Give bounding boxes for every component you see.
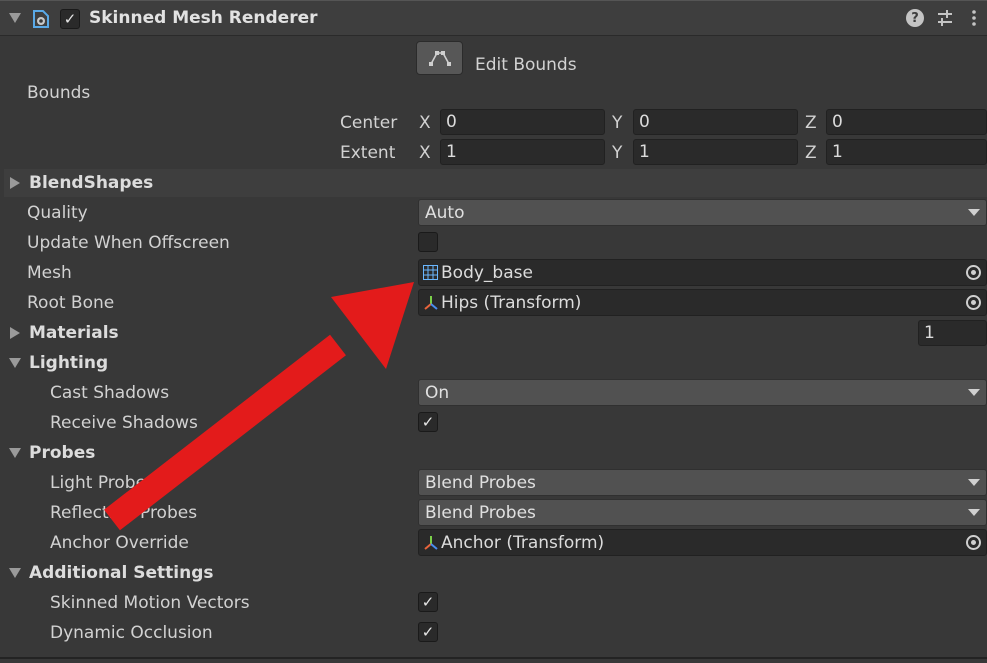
skinned-motion-vectors-checkbox[interactable]: ✓ bbox=[418, 592, 438, 612]
center-x-field[interactable]: 0 bbox=[440, 109, 605, 135]
center-label: Center bbox=[340, 113, 398, 133]
light-probes-dropdown-arrow-icon[interactable] bbox=[968, 479, 980, 486]
anchor-override-label: Anchor Override bbox=[50, 533, 189, 553]
center-z-field[interactable]: 0 bbox=[826, 109, 987, 135]
update-offscreen-checkbox[interactable] bbox=[418, 232, 438, 252]
materials-label[interactable]: Materials bbox=[29, 323, 119, 343]
quality-dropdown[interactable]: Auto bbox=[418, 199, 987, 226]
transform-icon bbox=[423, 535, 439, 551]
anchor-override-value: Anchor (Transform) bbox=[441, 532, 605, 553]
bounds-label: Bounds bbox=[27, 83, 91, 103]
component-title: Skinned Mesh Renderer bbox=[89, 8, 318, 28]
quality-label: Quality bbox=[27, 203, 88, 223]
receive-shadows-checkbox[interactable]: ✓ bbox=[418, 412, 438, 432]
root-bone-label: Root Bone bbox=[27, 293, 115, 313]
extent-y-label[interactable]: Y bbox=[612, 143, 622, 163]
cast-shadows-dropdown[interactable]: On bbox=[418, 379, 987, 406]
foldout-arrow-icon[interactable] bbox=[9, 13, 21, 23]
edit-bounds-button[interactable] bbox=[416, 41, 463, 75]
blendshapes-arrow-icon[interactable] bbox=[10, 177, 20, 189]
light-probes-value: Blend Probes bbox=[425, 472, 536, 493]
extent-x-field[interactable]: 1 bbox=[440, 139, 605, 165]
help-icon[interactable]: ? bbox=[906, 9, 924, 27]
cast-shadows-label: Cast Shadows bbox=[50, 383, 170, 403]
component-enabled-checkbox[interactable]: ✓ bbox=[60, 9, 80, 29]
extent-y-field[interactable]: 1 bbox=[633, 139, 798, 165]
reflection-probes-value: Blend Probes bbox=[425, 502, 536, 523]
quality-dropdown-arrow-icon[interactable] bbox=[968, 209, 980, 216]
center-x-label[interactable]: X bbox=[419, 113, 431, 133]
mesh-field[interactable]: Body_base bbox=[418, 259, 987, 286]
dynamic-occlusion-checkbox[interactable]: ✓ bbox=[418, 622, 438, 642]
update-offscreen-label: Update When Offscreen bbox=[27, 233, 230, 253]
light-probes-label: Light Probes bbox=[50, 473, 155, 493]
reflection-probes-dropdown[interactable]: Blend Probes bbox=[418, 499, 987, 526]
edit-bounds-icon bbox=[428, 51, 451, 66]
additional-settings-label[interactable]: Additional Settings bbox=[29, 563, 214, 583]
materials-arrow-icon[interactable] bbox=[10, 327, 20, 339]
center-y-label[interactable]: Y bbox=[612, 113, 622, 133]
bottom-divider bbox=[0, 657, 987, 659]
skinned-mesh-renderer-icon bbox=[30, 8, 52, 30]
mesh-value: Body_base bbox=[441, 262, 533, 283]
quality-value: Auto bbox=[425, 202, 465, 223]
materials-size-field[interactable]: 1 bbox=[918, 320, 987, 346]
dynamic-occlusion-label: Dynamic Occlusion bbox=[50, 623, 213, 643]
transform-icon bbox=[423, 295, 439, 311]
reflection-probes-dropdown-arrow-icon[interactable] bbox=[968, 509, 980, 516]
center-z-label[interactable]: Z bbox=[805, 113, 817, 133]
root-bone-field[interactable]: Hips (Transform) bbox=[418, 289, 987, 316]
cast-shadows-dropdown-arrow-icon[interactable] bbox=[968, 389, 980, 396]
root-bone-value: Hips (Transform) bbox=[441, 292, 582, 313]
mesh-label: Mesh bbox=[27, 263, 72, 283]
mesh-object-picker-icon[interactable] bbox=[966, 265, 981, 280]
additional-settings-arrow-icon[interactable] bbox=[9, 568, 21, 578]
presets-icon[interactable] bbox=[936, 9, 954, 27]
receive-shadows-label: Receive Shadows bbox=[50, 413, 198, 433]
probes-arrow-icon[interactable] bbox=[9, 448, 21, 458]
lighting-label[interactable]: Lighting bbox=[29, 353, 108, 373]
lighting-arrow-icon[interactable] bbox=[9, 358, 21, 368]
probes-label[interactable]: Probes bbox=[29, 443, 95, 463]
extent-x-label[interactable]: X bbox=[419, 143, 431, 163]
edit-bounds-label: Edit Bounds bbox=[475, 55, 577, 75]
light-probes-dropdown[interactable]: Blend Probes bbox=[418, 469, 987, 496]
mesh-grid-icon bbox=[423, 265, 438, 280]
cast-shadows-value: On bbox=[425, 382, 450, 403]
kebab-menu-icon[interactable] bbox=[968, 9, 980, 27]
extent-label: Extent bbox=[340, 143, 396, 163]
reflection-probes-label: Reflection Probes bbox=[50, 503, 198, 523]
extent-z-field[interactable]: 1 bbox=[826, 139, 987, 165]
skinned-motion-vectors-label: Skinned Motion Vectors bbox=[50, 593, 250, 613]
anchor-override-field[interactable]: Anchor (Transform) bbox=[418, 529, 987, 556]
blendshapes-label[interactable]: BlendShapes bbox=[29, 173, 153, 193]
center-y-field[interactable]: 0 bbox=[633, 109, 798, 135]
root-bone-object-picker-icon[interactable] bbox=[966, 295, 981, 310]
anchor-override-object-picker-icon[interactable] bbox=[966, 535, 981, 550]
extent-z-label[interactable]: Z bbox=[805, 143, 817, 163]
